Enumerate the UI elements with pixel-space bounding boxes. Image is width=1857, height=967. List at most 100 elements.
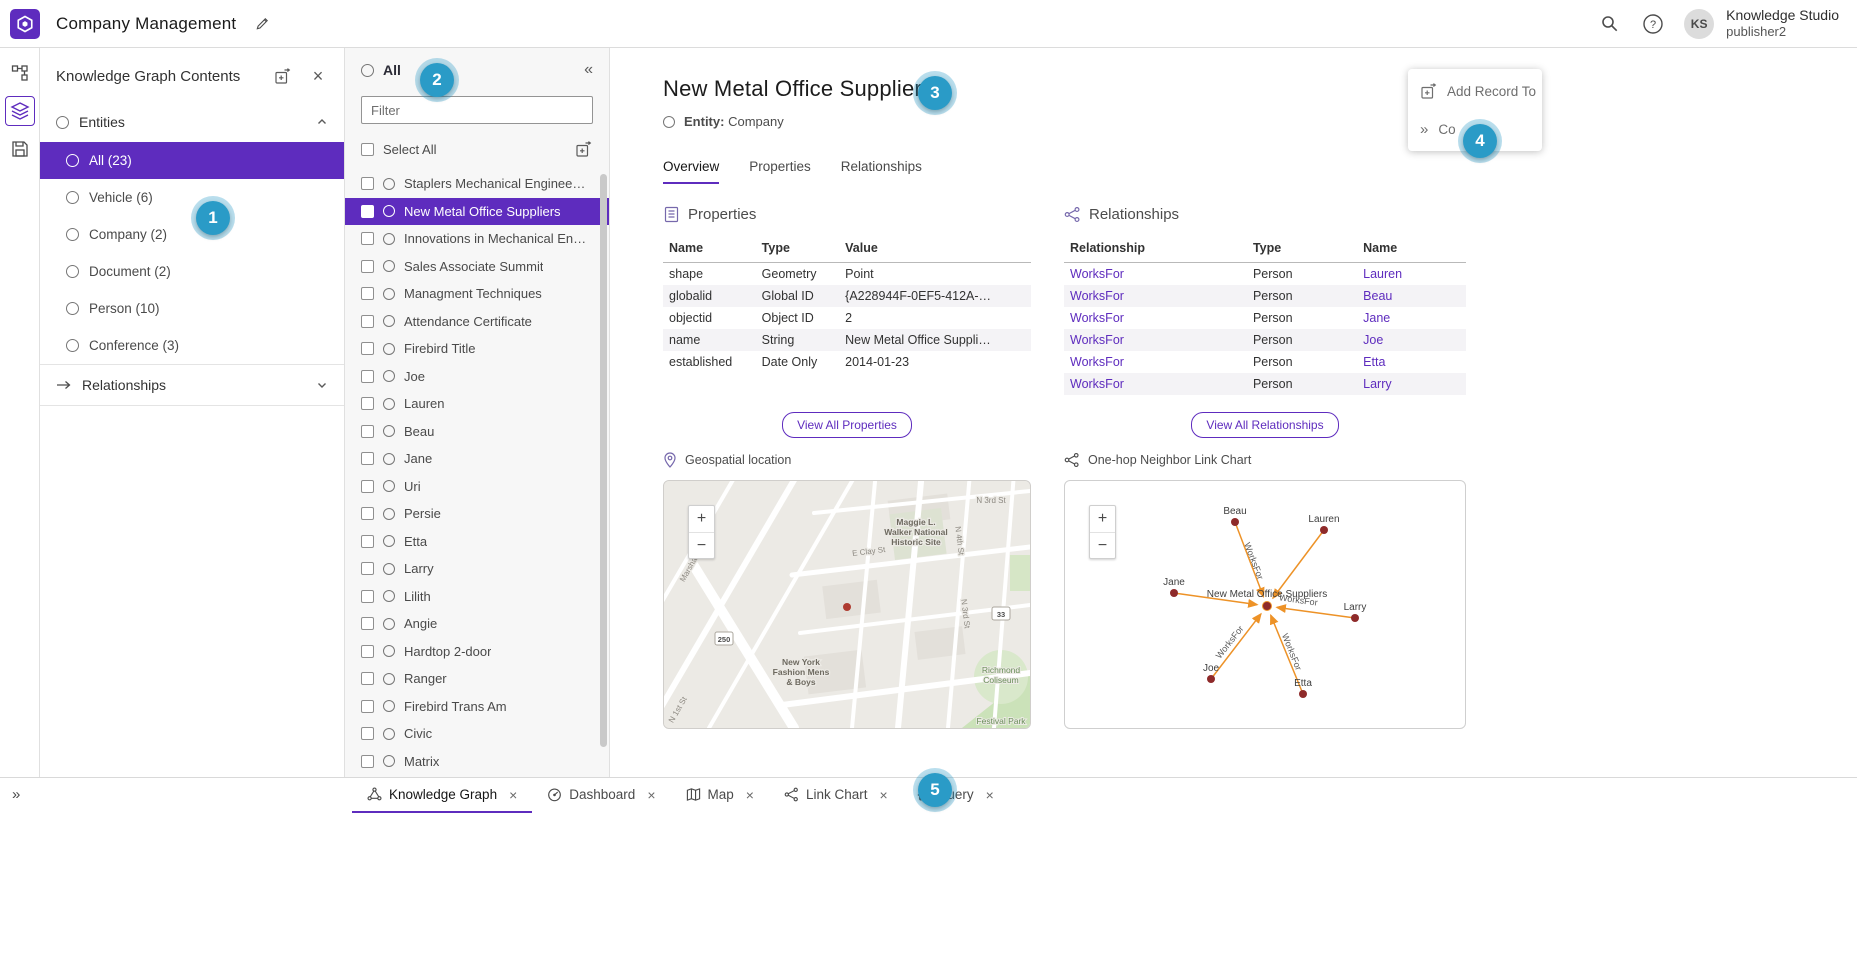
person-node[interactable] [1170, 589, 1178, 597]
scrollbar[interactable] [600, 174, 607, 747]
link-chart-canvas[interactable]: + − WorksForWorksForWorksForWorksForBeau… [1064, 480, 1466, 729]
relationship-link[interactable]: WorksFor [1064, 263, 1247, 286]
record-item[interactable]: Persie [345, 500, 609, 528]
tab-relationships[interactable]: Relationships [841, 159, 922, 184]
tab-properties[interactable]: Properties [749, 159, 811, 184]
view-all-properties-button[interactable]: View All Properties [782, 412, 912, 438]
record-checkbox[interactable] [361, 287, 374, 300]
record-checkbox[interactable] [361, 617, 374, 630]
record-item[interactable]: Innovations in Mechanical Engin… [345, 225, 609, 253]
record-item[interactable]: Matrix [345, 748, 609, 776]
record-item[interactable]: Jane [345, 445, 609, 473]
person-node[interactable] [1207, 675, 1215, 683]
center-node[interactable] [1263, 602, 1272, 611]
record-item[interactable]: Civic [345, 720, 609, 748]
record-checkbox[interactable] [361, 425, 374, 438]
record-item[interactable]: Beau [345, 418, 609, 446]
record-checkbox[interactable] [361, 535, 374, 548]
record-item[interactable]: Etta [345, 528, 609, 556]
close-panel-icon[interactable]: × [306, 64, 330, 88]
record-item[interactable]: New Metal Office Suppliers [345, 198, 609, 226]
relationship-link[interactable]: WorksFor [1064, 329, 1247, 351]
entity-filter-item[interactable]: Company (2) [40, 216, 344, 253]
view-tab-knowledge-graph[interactable]: Knowledge Graph× [352, 778, 532, 813]
record-item[interactable]: Attendance Certificate [345, 308, 609, 336]
entity-filter-item[interactable]: Document (2) [40, 253, 344, 290]
select-all-checkbox[interactable] [361, 143, 374, 156]
record-checkbox[interactable] [361, 700, 374, 713]
menu-item-add-record-to[interactable]: Add Record To [1408, 72, 1542, 110]
zoom-out-button[interactable]: − [1090, 532, 1115, 558]
relationship-link[interactable]: WorksFor [1064, 307, 1247, 329]
record-item[interactable]: Hardtop 2-door [345, 638, 609, 666]
person-link[interactable]: Beau [1357, 285, 1466, 307]
person-link[interactable]: Larry [1357, 373, 1466, 395]
person-link[interactable]: Joe [1357, 329, 1466, 351]
add-record-icon[interactable] [571, 137, 595, 161]
record-item[interactable]: Uri [345, 473, 609, 501]
person-node[interactable] [1299, 690, 1307, 698]
view-tab-link-chart[interactable]: Link Chart× [769, 778, 903, 813]
relationships-section-header[interactable]: Relationships [40, 364, 344, 406]
record-item[interactable]: Lauren [345, 390, 609, 418]
map-canvas[interactable]: + − [663, 480, 1031, 729]
person-link[interactable]: Etta [1357, 351, 1466, 373]
record-checkbox[interactable] [361, 672, 374, 685]
zoom-in-button[interactable]: + [689, 506, 714, 532]
close-tab-icon[interactable]: × [879, 787, 887, 803]
record-item[interactable]: Joe [345, 363, 609, 391]
zoom-in-button[interactable]: + [1090, 506, 1115, 532]
close-tab-icon[interactable]: × [986, 787, 994, 803]
record-checkbox[interactable] [361, 397, 374, 410]
view-tab-map[interactable]: Map× [671, 778, 769, 813]
edit-title-icon[interactable] [250, 12, 274, 36]
record-checkbox[interactable] [361, 562, 374, 575]
close-tab-icon[interactable]: × [647, 787, 655, 803]
entity-filter-item[interactable]: Conference (3) [40, 327, 344, 364]
record-checkbox[interactable] [361, 315, 374, 328]
person-node[interactable] [1320, 526, 1328, 534]
filter-input[interactable] [361, 96, 593, 124]
help-icon[interactable]: ? [1636, 7, 1670, 41]
expand-panel-icon[interactable]: » [12, 787, 20, 802]
record-checkbox[interactable] [361, 342, 374, 355]
relationship-link[interactable]: WorksFor [1064, 373, 1247, 395]
search-icon[interactable] [1592, 7, 1626, 41]
record-item[interactable]: Firebird Title [345, 335, 609, 363]
data-model-icon[interactable] [5, 58, 35, 88]
record-checkbox[interactable] [361, 232, 374, 245]
entity-filter-item[interactable]: Person (10) [40, 290, 344, 327]
record-checkbox[interactable] [361, 260, 374, 273]
record-checkbox[interactable] [361, 177, 374, 190]
record-checkbox[interactable] [361, 205, 374, 218]
record-checkbox[interactable] [361, 645, 374, 658]
record-checkbox[interactable] [361, 590, 374, 603]
entity-filter-item[interactable]: Vehicle (6) [40, 179, 344, 216]
record-checkbox[interactable] [361, 452, 374, 465]
record-checkbox[interactable] [361, 755, 374, 768]
view-tab-dashboard[interactable]: Dashboard× [532, 778, 670, 813]
entities-section-header[interactable]: Entities [40, 102, 344, 142]
record-item[interactable]: Firebird Trans Am [345, 693, 609, 721]
record-checkbox[interactable] [361, 480, 374, 493]
record-item[interactable]: Angie [345, 610, 609, 638]
record-item[interactable]: Sales Associate Summit [345, 253, 609, 281]
record-checkbox[interactable] [361, 507, 374, 520]
avatar[interactable]: KS [1684, 9, 1714, 39]
save-icon[interactable] [5, 134, 35, 164]
close-tab-icon[interactable]: × [509, 787, 517, 803]
entity-filter-item[interactable]: All (23) [40, 142, 344, 179]
add-record-icon[interactable] [270, 64, 294, 88]
person-node[interactable] [1231, 518, 1239, 526]
relationship-link[interactable]: WorksFor [1064, 351, 1247, 373]
view-all-relationships-button[interactable]: View All Relationships [1191, 412, 1338, 438]
record-item[interactable]: Managment Techniques [345, 280, 609, 308]
record-item[interactable]: Larry [345, 555, 609, 583]
relationship-link[interactable]: WorksFor [1064, 285, 1247, 307]
person-node[interactable] [1351, 614, 1359, 622]
zoom-out-button[interactable]: − [689, 532, 714, 558]
record-item[interactable]: Ranger [345, 665, 609, 693]
person-link[interactable]: Jane [1357, 307, 1466, 329]
record-item[interactable]: Staplers Mechanical Engineering [345, 170, 609, 198]
close-tab-icon[interactable]: × [746, 787, 754, 803]
